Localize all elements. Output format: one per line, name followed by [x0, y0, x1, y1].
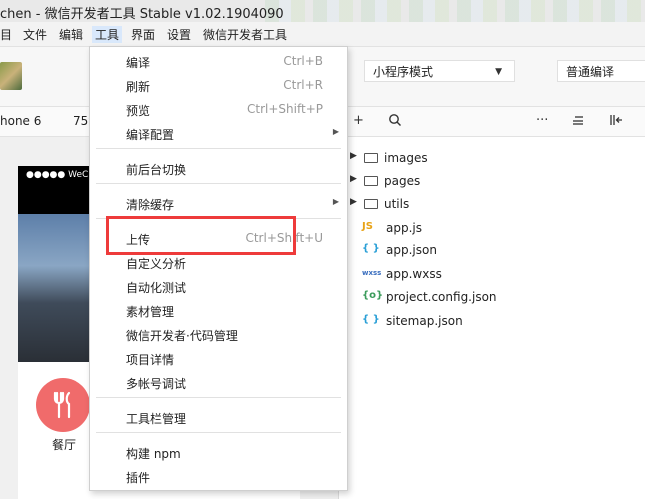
menu-project-details[interactable]: 项目详情 — [90, 348, 347, 370]
config-file-icon: {o} — [362, 290, 384, 301]
json-file-icon: { } — [362, 314, 380, 325]
tree-file-project-config[interactable]: {o} project.config.json — [340, 286, 645, 308]
tree-item-label: images — [384, 151, 428, 165]
fork-knife-icon[interactable] — [36, 378, 90, 432]
chevron-right-icon: ▶ — [350, 174, 357, 184]
menu-divider — [96, 148, 341, 149]
tree-item-label: app.wxss — [386, 267, 442, 281]
tree-file-app-wxss[interactable]: wxss app.wxss — [340, 263, 645, 285]
menu-compile[interactable]: 编译 Ctrl+B — [90, 51, 347, 73]
collapse-icon[interactable] — [609, 113, 623, 131]
menu-item-label: 微信开发者·代码管理 — [126, 329, 238, 343]
compile-select-value: 普通编译 — [566, 65, 615, 79]
compile-select[interactable]: 普通编译 — [557, 60, 645, 82]
menu-item-view[interactable]: 界面 — [131, 26, 155, 43]
menu-divider — [96, 397, 341, 398]
js-file-icon: JS — [362, 221, 373, 232]
menu-item-label: 工具栏管理 — [126, 412, 187, 426]
tree-folder-utils[interactable]: ▶ utils — [340, 193, 645, 215]
wxss-file-icon: wxss — [362, 269, 382, 277]
menu-toolbar-management[interactable]: 工具栏管理 — [90, 407, 347, 429]
title-bar-decoration — [265, 0, 645, 22]
menu-item-settings[interactable]: 设置 — [167, 26, 191, 43]
chevron-right-icon: ▶ — [350, 197, 357, 207]
menu-automation-test[interactable]: 自动化测试 — [90, 276, 347, 298]
menu-preview[interactable]: 预览 Ctrl+Shift+P — [90, 99, 347, 121]
menu-item-label: 前后台切换 — [126, 163, 187, 177]
menu-item-label: 编译配置 — [126, 128, 175, 142]
menu-item-tools[interactable]: 工具 — [92, 26, 123, 43]
filetree-toolbar: + ··· — [340, 107, 645, 137]
menu-plugins[interactable]: 插件 — [90, 466, 347, 488]
upload-highlight-box — [106, 216, 296, 255]
menu-item-label: 预览 — [126, 104, 151, 118]
search-icon[interactable] — [388, 113, 402, 131]
folder-icon — [364, 199, 378, 209]
menu-bar: 目 文件 编辑 工具 界面 设置 微信开发者工具 — [0, 22, 645, 47]
window-title: chen - 微信开发者工具 Stable v1.02.1904090 — [0, 7, 284, 22]
menu-divider — [96, 432, 341, 433]
menu-item-label: 构建 npm — [126, 447, 181, 461]
json-file-icon: { } — [362, 243, 380, 254]
menu-item-edit[interactable]: 编辑 — [59, 26, 83, 43]
shortcut-label: Ctrl+Shift+P — [247, 102, 323, 116]
more-icon[interactable]: ··· — [536, 113, 548, 128]
chevron-down-icon: ▼ — [495, 67, 502, 77]
chevron-right-icon: ▶ — [332, 127, 339, 136]
folder-icon — [364, 176, 378, 186]
tree-file-app-json[interactable]: { } app.json — [340, 239, 645, 261]
feature-label: 餐厅 — [52, 438, 77, 452]
menu-item-label: 自定义分析 — [126, 257, 187, 271]
menu-item-label: 项目详情 — [126, 353, 175, 367]
title-bar: chen - 微信开发者工具 Stable v1.02.1904090 — [0, 0, 645, 22]
menu-divider — [96, 183, 341, 184]
menu-foreground-background[interactable]: 前后台切换 — [90, 158, 347, 180]
menu-item-label: 插件 — [126, 471, 151, 485]
menu-item-wechat-devtools[interactable]: 微信开发者工具 — [203, 26, 287, 43]
tree-item-label: utils — [384, 197, 410, 211]
menu-item-file[interactable]: 文件 — [23, 26, 47, 43]
mode-select-value: 小程序模式 — [373, 65, 434, 79]
tree-item-label: app.json — [386, 243, 437, 257]
chevron-right-icon: ▶ — [350, 151, 357, 161]
tools-dropdown-menu: 编译 Ctrl+B 刷新 Ctrl+R 预览 Ctrl+Shift+P 编译配置… — [89, 46, 348, 491]
menu-item-label: 清除缓存 — [126, 198, 175, 212]
tree-item-label: pages — [384, 174, 421, 188]
chevron-right-icon: ▶ — [332, 197, 339, 206]
menu-refresh[interactable]: 刷新 Ctrl+R — [90, 75, 347, 97]
device-select[interactable]: hone 6 — [0, 114, 41, 128]
menu-item-label: 编译 — [126, 56, 151, 70]
plus-icon[interactable]: + — [353, 113, 364, 128]
tree-item-label: project.config.json — [386, 290, 497, 304]
menu-clear-cache[interactable]: 清除缓存 ▶ — [90, 193, 347, 215]
mode-select[interactable]: 小程序模式 ▼ — [364, 60, 515, 82]
tree-folder-images[interactable]: ▶ images — [340, 147, 645, 169]
avatar[interactable] — [0, 62, 22, 90]
menu-item-label: 刷新 — [126, 80, 151, 94]
tree-item-label: app.js — [386, 221, 422, 235]
folder-icon — [364, 153, 378, 163]
menu-multi-account-debug[interactable]: 多帐号调试 — [90, 372, 347, 394]
sort-icon[interactable] — [571, 113, 585, 131]
file-tree: ▶ images ▶ pages ▶ utils JS app.js { } a… — [340, 137, 645, 499]
tree-folder-pages[interactable]: ▶ pages — [340, 170, 645, 192]
shortcut-label: Ctrl+B — [283, 54, 323, 68]
menu-asset-management[interactable]: 素材管理 — [90, 300, 347, 322]
tree-file-sitemap-json[interactable]: { } sitemap.json — [340, 310, 645, 332]
tree-item-label: sitemap.json — [386, 314, 463, 328]
menu-item-label: 自动化测试 — [126, 281, 187, 295]
menu-item-project[interactable]: 目 — [0, 26, 12, 43]
menu-item-label: 多帐号调试 — [126, 377, 187, 391]
shortcut-label: Ctrl+R — [283, 78, 323, 92]
menu-build-npm[interactable]: 构建 npm — [90, 442, 347, 464]
menu-code-management[interactable]: 微信开发者·代码管理 — [90, 324, 347, 346]
menu-custom-analysis[interactable]: 自定义分析 — [90, 252, 347, 274]
tree-file-app-js[interactable]: JS app.js — [340, 217, 645, 239]
menu-compile-config[interactable]: 编译配置 ▶ — [90, 123, 347, 145]
menu-item-label: 素材管理 — [126, 305, 175, 319]
